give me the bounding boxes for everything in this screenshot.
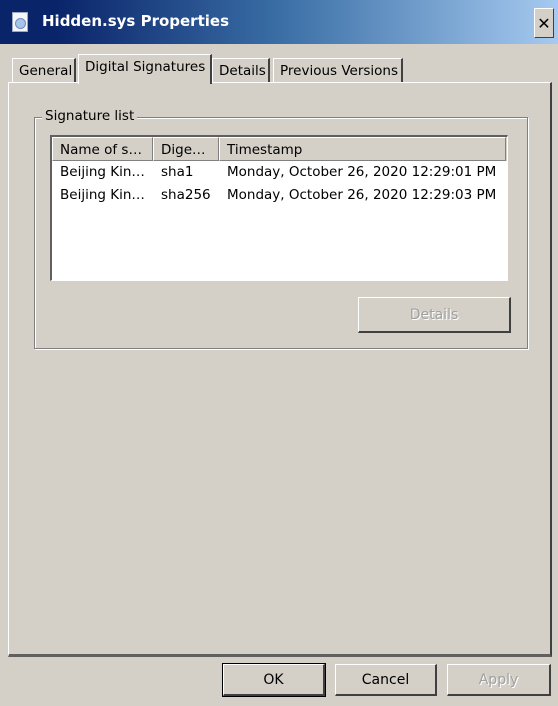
signer-name: Beijing Kin… [60, 187, 145, 203]
signer-name: Beijing Kin… [60, 164, 145, 180]
window-title: Hidden.sys Properties [42, 12, 229, 30]
tab-previous-versions[interactable]: Previous Versions [273, 58, 403, 82]
signature-list-label: Signature list [42, 108, 138, 124]
close-icon: ✕ [537, 13, 551, 33]
list-item[interactable]: Beijing Kin… sha1 Monday, October 26, 20… [52, 161, 507, 184]
list-item[interactable]: Beijing Kin… sha256 Monday, October 26, … [52, 184, 507, 207]
column-header-timestamp[interactable]: Timestamp [219, 137, 506, 161]
timestamp: Monday, October 26, 2020 12:29:03 PM [227, 187, 497, 203]
tab-general[interactable]: General [12, 58, 76, 82]
digest-algorithm: sha1 [161, 164, 194, 180]
cancel-button[interactable]: Cancel [335, 664, 437, 696]
details-button[interactable]: Details [358, 297, 511, 333]
title-bar[interactable]: Hidden.sys Properties ✕ [0, 0, 558, 44]
column-header-digest[interactable]: Dige… [153, 137, 219, 161]
tab-details[interactable]: Details [212, 58, 270, 82]
column-header-name[interactable]: Name of s… [52, 137, 153, 161]
tab-digital-signatures[interactable]: Digital Signatures [78, 54, 212, 84]
ok-button[interactable]: OK [222, 663, 326, 697]
digest-algorithm: sha256 [161, 187, 211, 203]
system-file-icon [12, 12, 28, 32]
list-header: Name of s… Dige… Timestamp [52, 137, 507, 161]
timestamp: Monday, October 26, 2020 12:29:01 PM [227, 164, 497, 180]
signature-list[interactable]: Name of s… Dige… Timestamp Beijing Kin… … [50, 135, 508, 281]
close-button[interactable]: ✕ [534, 8, 554, 38]
apply-button[interactable]: Apply [447, 664, 551, 696]
